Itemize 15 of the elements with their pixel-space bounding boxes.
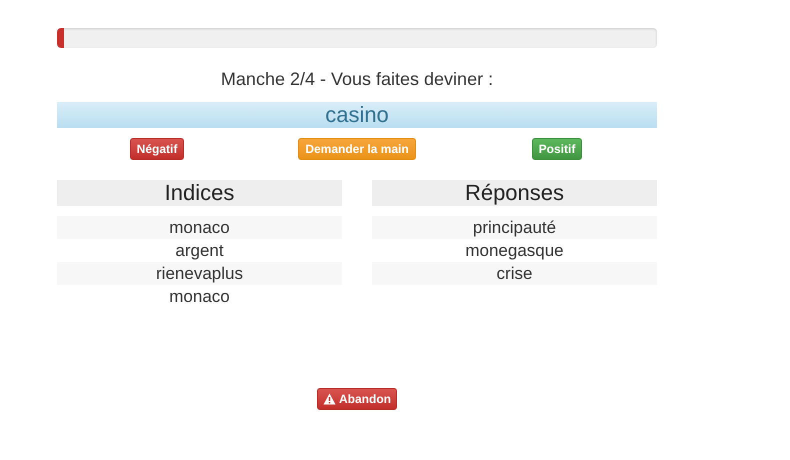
list-row-text: monegasque [464,240,565,262]
action-button[interactable]: Négatif [130,138,184,160]
abandon-button[interactable]: Abandon [317,388,397,410]
action-button[interactable]: Positif [532,138,582,160]
warning-icon [323,393,336,405]
column-header: Réponses [372,180,657,206]
list-row-text: argent [174,240,225,262]
column-header: Indices [57,180,342,206]
word-banner: casino [57,102,657,128]
list-row: monaco [57,216,342,239]
list-row: rienevaplus [57,262,342,285]
list-row: principauté [372,216,657,239]
round-title: Manche 2/4 - Vous faites deviner : [220,68,494,91]
list-row: crise [372,262,657,285]
list-row-text: monaco [168,286,231,308]
